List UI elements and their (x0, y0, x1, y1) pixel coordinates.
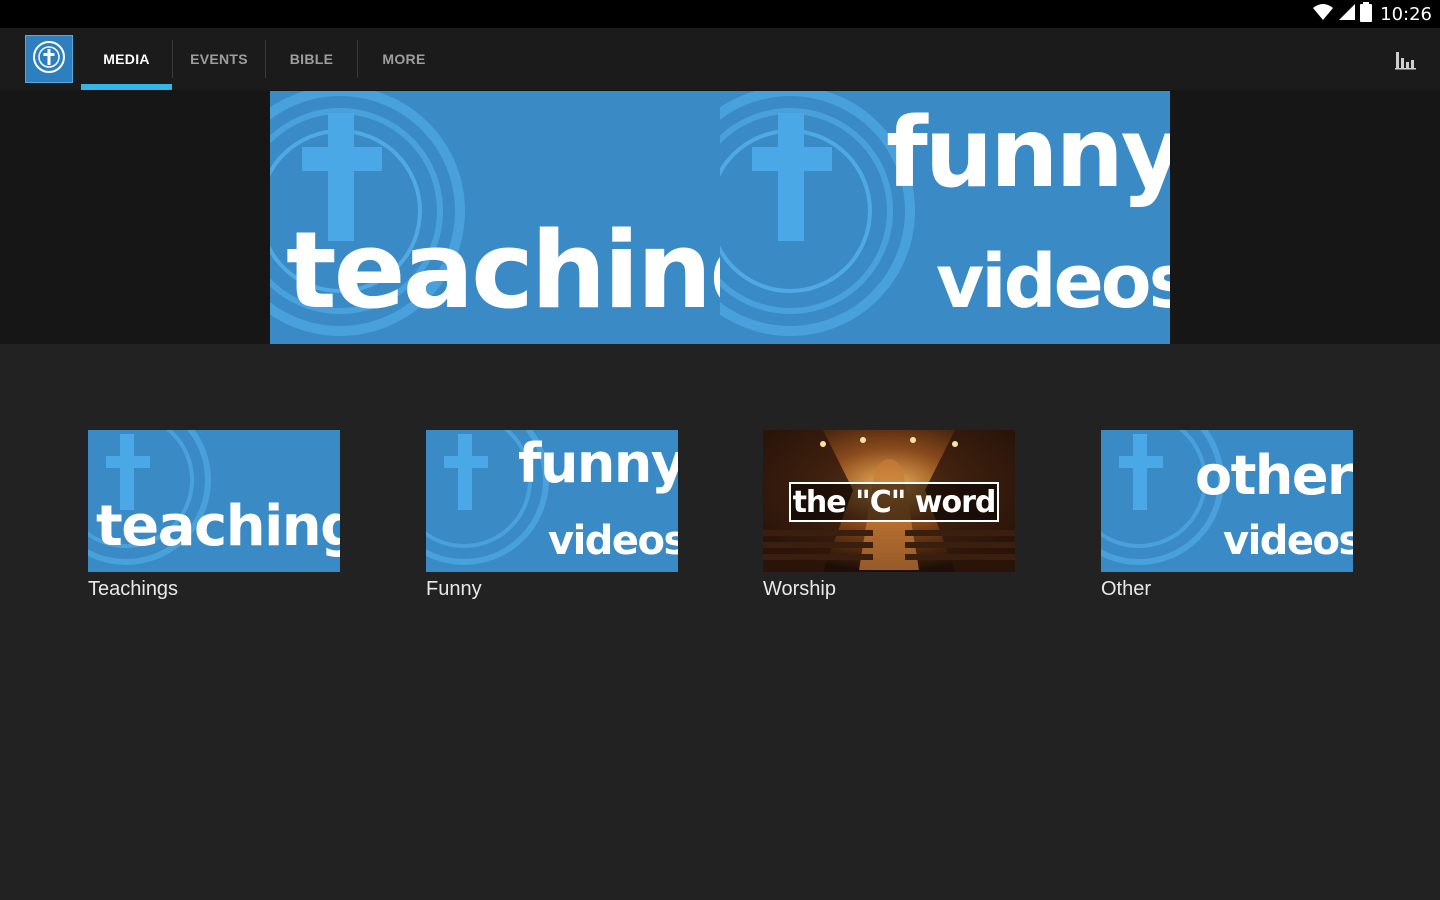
tab-label: MEDIA (103, 51, 150, 67)
status-time: 10:26 (1380, 3, 1432, 25)
thumb-teachings-text: teachings (96, 494, 340, 559)
hero-teachings-text: teachings (286, 209, 720, 332)
category-tile-other[interactable]: other videos Other (1101, 430, 1353, 601)
hero-videos-text: videos (936, 239, 1170, 325)
category-grid: teachings Teachings funny videos Funny (0, 344, 1440, 900)
app-logo[interactable] (25, 35, 73, 83)
wifi-icon (1312, 3, 1334, 26)
tile-thumbnail: other videos (1101, 430, 1353, 572)
hero-banner: teachings funny videos (0, 90, 1440, 344)
hero-panel-funny-videos[interactable]: funny videos (720, 91, 1170, 344)
bar-chart-button[interactable] (1394, 48, 1418, 70)
status-icons: 10:26 (1312, 1, 1432, 27)
hero-funny-text: funny (886, 97, 1170, 209)
thumb-videos-text: videos (1223, 518, 1353, 564)
hero-panel-teachings[interactable]: teachings (270, 91, 720, 344)
status-bar: 10:26 (0, 0, 1440, 28)
tile-label: Funny (426, 578, 482, 600)
battery-icon (1360, 1, 1373, 27)
tile-label: Worship (763, 578, 836, 600)
thumb-funny-text: funny (518, 432, 678, 495)
tab-events[interactable]: EVENTS (173, 28, 265, 90)
category-tile-funny[interactable]: funny videos Funny (426, 430, 678, 601)
tab-label: EVENTS (190, 51, 248, 67)
tile-thumbnail: teachings (88, 430, 340, 572)
cellular-signal-icon (1338, 3, 1356, 26)
tab-more[interactable]: MORE (358, 28, 450, 90)
tab-label: BIBLE (289, 51, 334, 67)
thumb-videos-text: videos (548, 518, 678, 564)
tile-thumbnail: funny videos (426, 430, 678, 572)
tab-bar: MEDIA EVENTS BIBLE MORE (81, 28, 450, 90)
category-tile-teachings[interactable]: teachings Teachings (88, 430, 340, 601)
tab-bible[interactable]: BIBLE (266, 28, 357, 90)
tile-label: Other (1101, 578, 1152, 600)
thumb-other-text: other (1195, 444, 1353, 507)
tab-media[interactable]: MEDIA (81, 28, 172, 90)
category-tile-worship[interactable]: the "C" word Worship (763, 430, 1015, 601)
tab-label: MORE (382, 51, 426, 67)
thumb-caption: the "C" word (789, 482, 999, 522)
tile-label: Teachings (88, 578, 179, 600)
action-bar: MEDIA EVENTS BIBLE MORE (0, 28, 1440, 90)
bar-chart-icon (1394, 52, 1418, 74)
cross-logo-icon (31, 39, 67, 80)
tile-thumbnail: the "C" word (763, 430, 1015, 572)
